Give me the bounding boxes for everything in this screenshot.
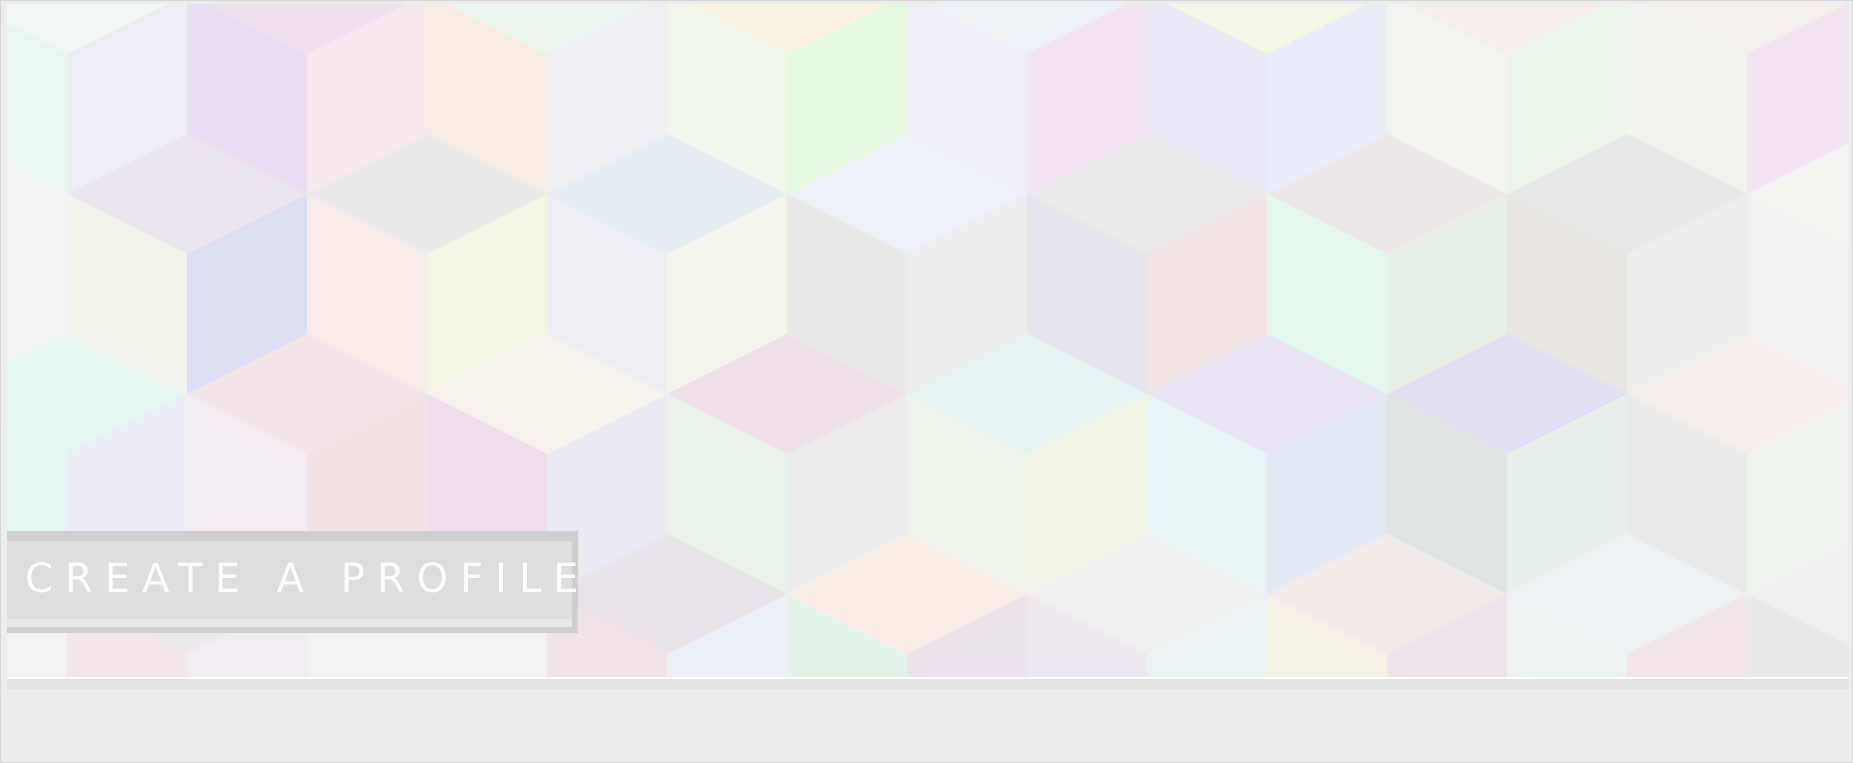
hero-banner: CREATE A PROFILE [7, 4, 1849, 677]
section-divider [7, 677, 1849, 689]
footer-panel [7, 689, 1849, 757]
create-profile-button[interactable]: CREATE A PROFILE [7, 531, 579, 633]
page-frame: CREATE A PROFILE [0, 0, 1853, 763]
button-bottom-bar [7, 619, 572, 627]
create-profile-label: CREATE A PROFILE [25, 556, 591, 602]
button-top-bar [7, 531, 572, 541]
